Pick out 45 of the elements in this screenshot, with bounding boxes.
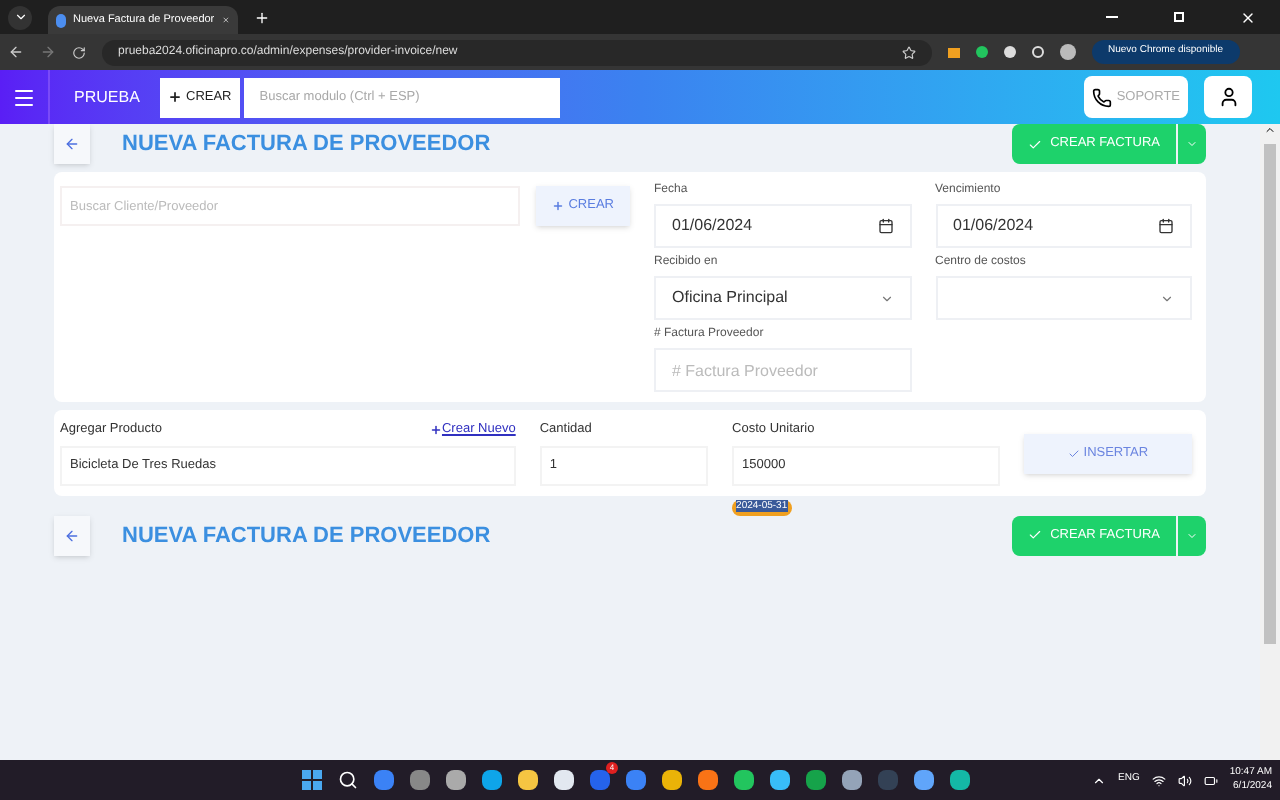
scroll-up-icon[interactable] [1264,124,1276,136]
chevron-down-icon [13,10,27,24]
battery-icon[interactable] [1203,773,1218,787]
search-icon[interactable] [338,770,358,790]
phone-icon [1092,87,1113,107]
select-field[interactable] [935,276,1192,320]
page-title: NUEVA FACTURA DE PROVEEDOR [122,129,491,160]
page-title: NUEVA FACTURA DE PROVEEDOR [122,521,491,551]
menu-icon [12,85,36,109]
date-field[interactable]: 01/06/2024 [935,204,1192,248]
date-field[interactable]: 01/06/2024 [654,204,911,248]
back-button[interactable] [54,124,90,164]
reload-icon[interactable] [72,45,86,59]
check-icon [1028,137,1043,151]
user-button[interactable] [1204,76,1252,118]
star-icon[interactable] [902,45,916,59]
wifi-icon[interactable] [1151,773,1166,787]
caret-icon [1186,529,1198,542]
chevron-down-icon [1160,291,1174,305]
user-icon [1217,86,1239,108]
chevron-down-icon [879,291,893,305]
back-arrow-icon [64,136,80,152]
maximize-icon[interactable] [1174,12,1184,22]
back-arrow-icon [64,527,80,544]
back-icon[interactable] [8,44,24,60]
windows-start-icon[interactable] [302,770,322,790]
close-window-icon[interactable] [1240,9,1256,25]
speaker-icon[interactable] [1177,773,1192,787]
profile-avatar[interactable] [1060,44,1076,60]
calendar-icon [877,218,893,234]
plus-icon [429,423,442,436]
select-field[interactable]: Oficina Principal [654,276,911,320]
plus-icon [552,200,565,212]
back-button[interactable] [54,515,90,556]
new-tab-icon[interactable] [254,9,270,25]
brand-name: PRUEBA [72,85,142,109]
check-icon [1067,448,1080,460]
tab-list-button[interactable] [8,5,32,29]
calendar-icon [1158,218,1174,234]
chevron-up-icon[interactable] [1092,773,1107,787]
forward-icon[interactable] [40,44,56,60]
input-field[interactable]: # Factura Proveedor [654,348,911,392]
caret-icon [1186,138,1198,150]
plus-icon [168,90,182,104]
check-icon [1028,528,1043,543]
